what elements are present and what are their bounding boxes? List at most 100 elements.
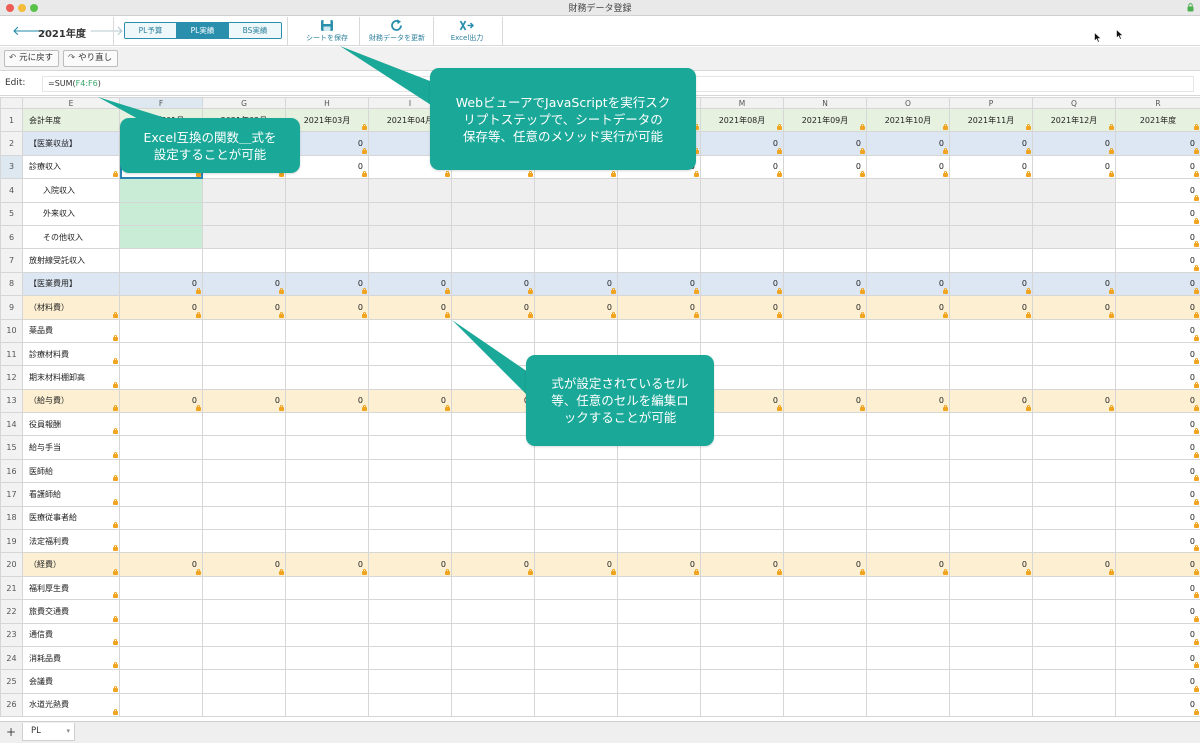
data-cell[interactable]: 0 — [119, 552, 203, 577]
data-cell[interactable]: 0 — [1115, 692, 1200, 718]
data-cell[interactable] — [866, 669, 950, 694]
row-header[interactable]: 9 — [0, 295, 23, 320]
data-cell[interactable] — [368, 341, 452, 367]
data-cell[interactable] — [949, 224, 1033, 250]
data-cell[interactable] — [451, 248, 535, 273]
data-cell[interactable] — [451, 645, 535, 671]
data-cell[interactable] — [866, 458, 950, 484]
row-label-cell[interactable]: （材料費） — [22, 295, 120, 320]
data-cell[interactable]: 0 — [202, 552, 286, 577]
row-label-cell[interactable]: 旅費交通費 — [22, 599, 120, 624]
data-cell[interactable]: 0 — [285, 552, 369, 577]
data-cell[interactable]: 0 — [1115, 645, 1200, 671]
data-cell[interactable] — [368, 599, 452, 624]
data-cell[interactable]: 0 — [1115, 575, 1200, 601]
row-header[interactable]: 8 — [0, 271, 23, 297]
column-header[interactable]: O — [866, 97, 950, 109]
row-label-cell[interactable]: 通信費 — [22, 622, 120, 647]
data-cell[interactable] — [866, 412, 950, 437]
row-header[interactable]: 19 — [0, 529, 23, 554]
data-cell[interactable] — [368, 529, 452, 554]
data-cell[interactable]: 0 — [866, 154, 950, 180]
next-year-arrow-icon[interactable]: 🡒 — [89, 23, 124, 39]
data-cell[interactable]: 0 — [617, 295, 701, 320]
data-cell[interactable] — [202, 412, 286, 437]
data-cell[interactable]: 0 — [202, 295, 286, 320]
data-cell[interactable] — [534, 248, 618, 273]
data-cell[interactable] — [1032, 458, 1116, 484]
data-cell[interactable] — [949, 599, 1033, 624]
undo-button[interactable]: ↶ 元に戻す — [4, 50, 60, 67]
data-cell[interactable] — [368, 692, 452, 718]
data-cell[interactable] — [617, 248, 701, 273]
row-header[interactable]: 13 — [0, 388, 23, 414]
data-cell[interactable]: 0 — [534, 271, 618, 297]
data-cell[interactable] — [1032, 692, 1116, 718]
data-cell[interactable] — [451, 622, 535, 647]
data-cell[interactable] — [617, 505, 701, 531]
data-cell[interactable] — [119, 201, 203, 226]
data-cell[interactable] — [1032, 622, 1116, 647]
data-cell[interactable] — [866, 575, 950, 601]
data-cell[interactable] — [368, 365, 452, 390]
data-cell[interactable] — [617, 645, 701, 671]
data-cell[interactable] — [202, 622, 286, 647]
data-cell[interactable] — [119, 435, 203, 460]
data-cell[interactable]: 0 — [1115, 599, 1200, 624]
data-cell[interactable] — [202, 505, 286, 531]
data-cell[interactable]: 0 — [1115, 318, 1200, 343]
data-cell[interactable] — [866, 622, 950, 647]
data-cell[interactable] — [534, 529, 618, 554]
data-cell[interactable] — [783, 645, 867, 671]
data-cell[interactable] — [783, 365, 867, 390]
data-cell[interactable]: 0 — [285, 271, 369, 297]
data-cell[interactable] — [700, 224, 784, 250]
data-cell[interactable] — [949, 248, 1033, 273]
row-header[interactable]: 16 — [0, 458, 23, 484]
data-cell[interactable]: 0 — [368, 295, 452, 320]
row-label-cell[interactable]: 福利厚生費 — [22, 575, 120, 601]
data-cell[interactable] — [451, 692, 535, 718]
column-header[interactable]: P — [949, 97, 1033, 109]
data-cell[interactable]: 0 — [202, 271, 286, 297]
row-header[interactable]: 26 — [0, 692, 23, 718]
data-cell[interactable]: 0 — [866, 295, 950, 320]
data-cell[interactable] — [700, 248, 784, 273]
data-cell[interactable] — [700, 575, 784, 601]
data-cell[interactable]: 0 — [451, 295, 535, 320]
select-all-corner[interactable] — [0, 97, 23, 109]
row-header[interactable]: 22 — [0, 599, 23, 624]
data-cell[interactable] — [617, 575, 701, 601]
data-cell[interactable] — [866, 341, 950, 367]
data-cell[interactable] — [700, 201, 784, 226]
data-cell[interactable]: 0 — [368, 552, 452, 577]
data-cell[interactable] — [783, 435, 867, 460]
data-cell[interactable] — [949, 435, 1033, 460]
row-label-cell[interactable]: 医師給 — [22, 458, 120, 484]
data-cell[interactable] — [285, 645, 369, 671]
row-label-cell[interactable]: 会計年度 — [22, 107, 120, 133]
data-cell[interactable] — [534, 505, 618, 531]
data-cell[interactable]: 0 — [1115, 201, 1200, 226]
data-cell[interactable]: 0 — [1115, 458, 1200, 484]
data-cell[interactable] — [700, 692, 784, 718]
chevron-down-icon[interactable]: ▾ — [66, 723, 70, 740]
row-label-cell[interactable]: 期末材料棚卸高 — [22, 365, 120, 390]
data-cell[interactable]: 0 — [700, 295, 784, 320]
data-cell[interactable] — [451, 458, 535, 484]
data-cell[interactable] — [285, 669, 369, 694]
data-cell[interactable]: 2021年10月 — [866, 107, 950, 133]
data-cell[interactable]: 0 — [202, 388, 286, 414]
row-label-cell[interactable]: （経費） — [22, 552, 120, 577]
row-label-cell[interactable]: 診療収入 — [22, 154, 120, 180]
data-cell[interactable]: 0 — [119, 295, 203, 320]
data-cell[interactable]: 0 — [1115, 131, 1200, 156]
data-cell[interactable] — [119, 645, 203, 671]
data-cell[interactable]: 0 — [1032, 271, 1116, 297]
data-cell[interactable]: 0 — [1115, 622, 1200, 647]
data-cell[interactable] — [1032, 482, 1116, 507]
data-cell[interactable] — [866, 599, 950, 624]
data-cell[interactable] — [202, 318, 286, 343]
data-cell[interactable] — [534, 201, 618, 226]
data-cell[interactable]: 0 — [700, 271, 784, 297]
